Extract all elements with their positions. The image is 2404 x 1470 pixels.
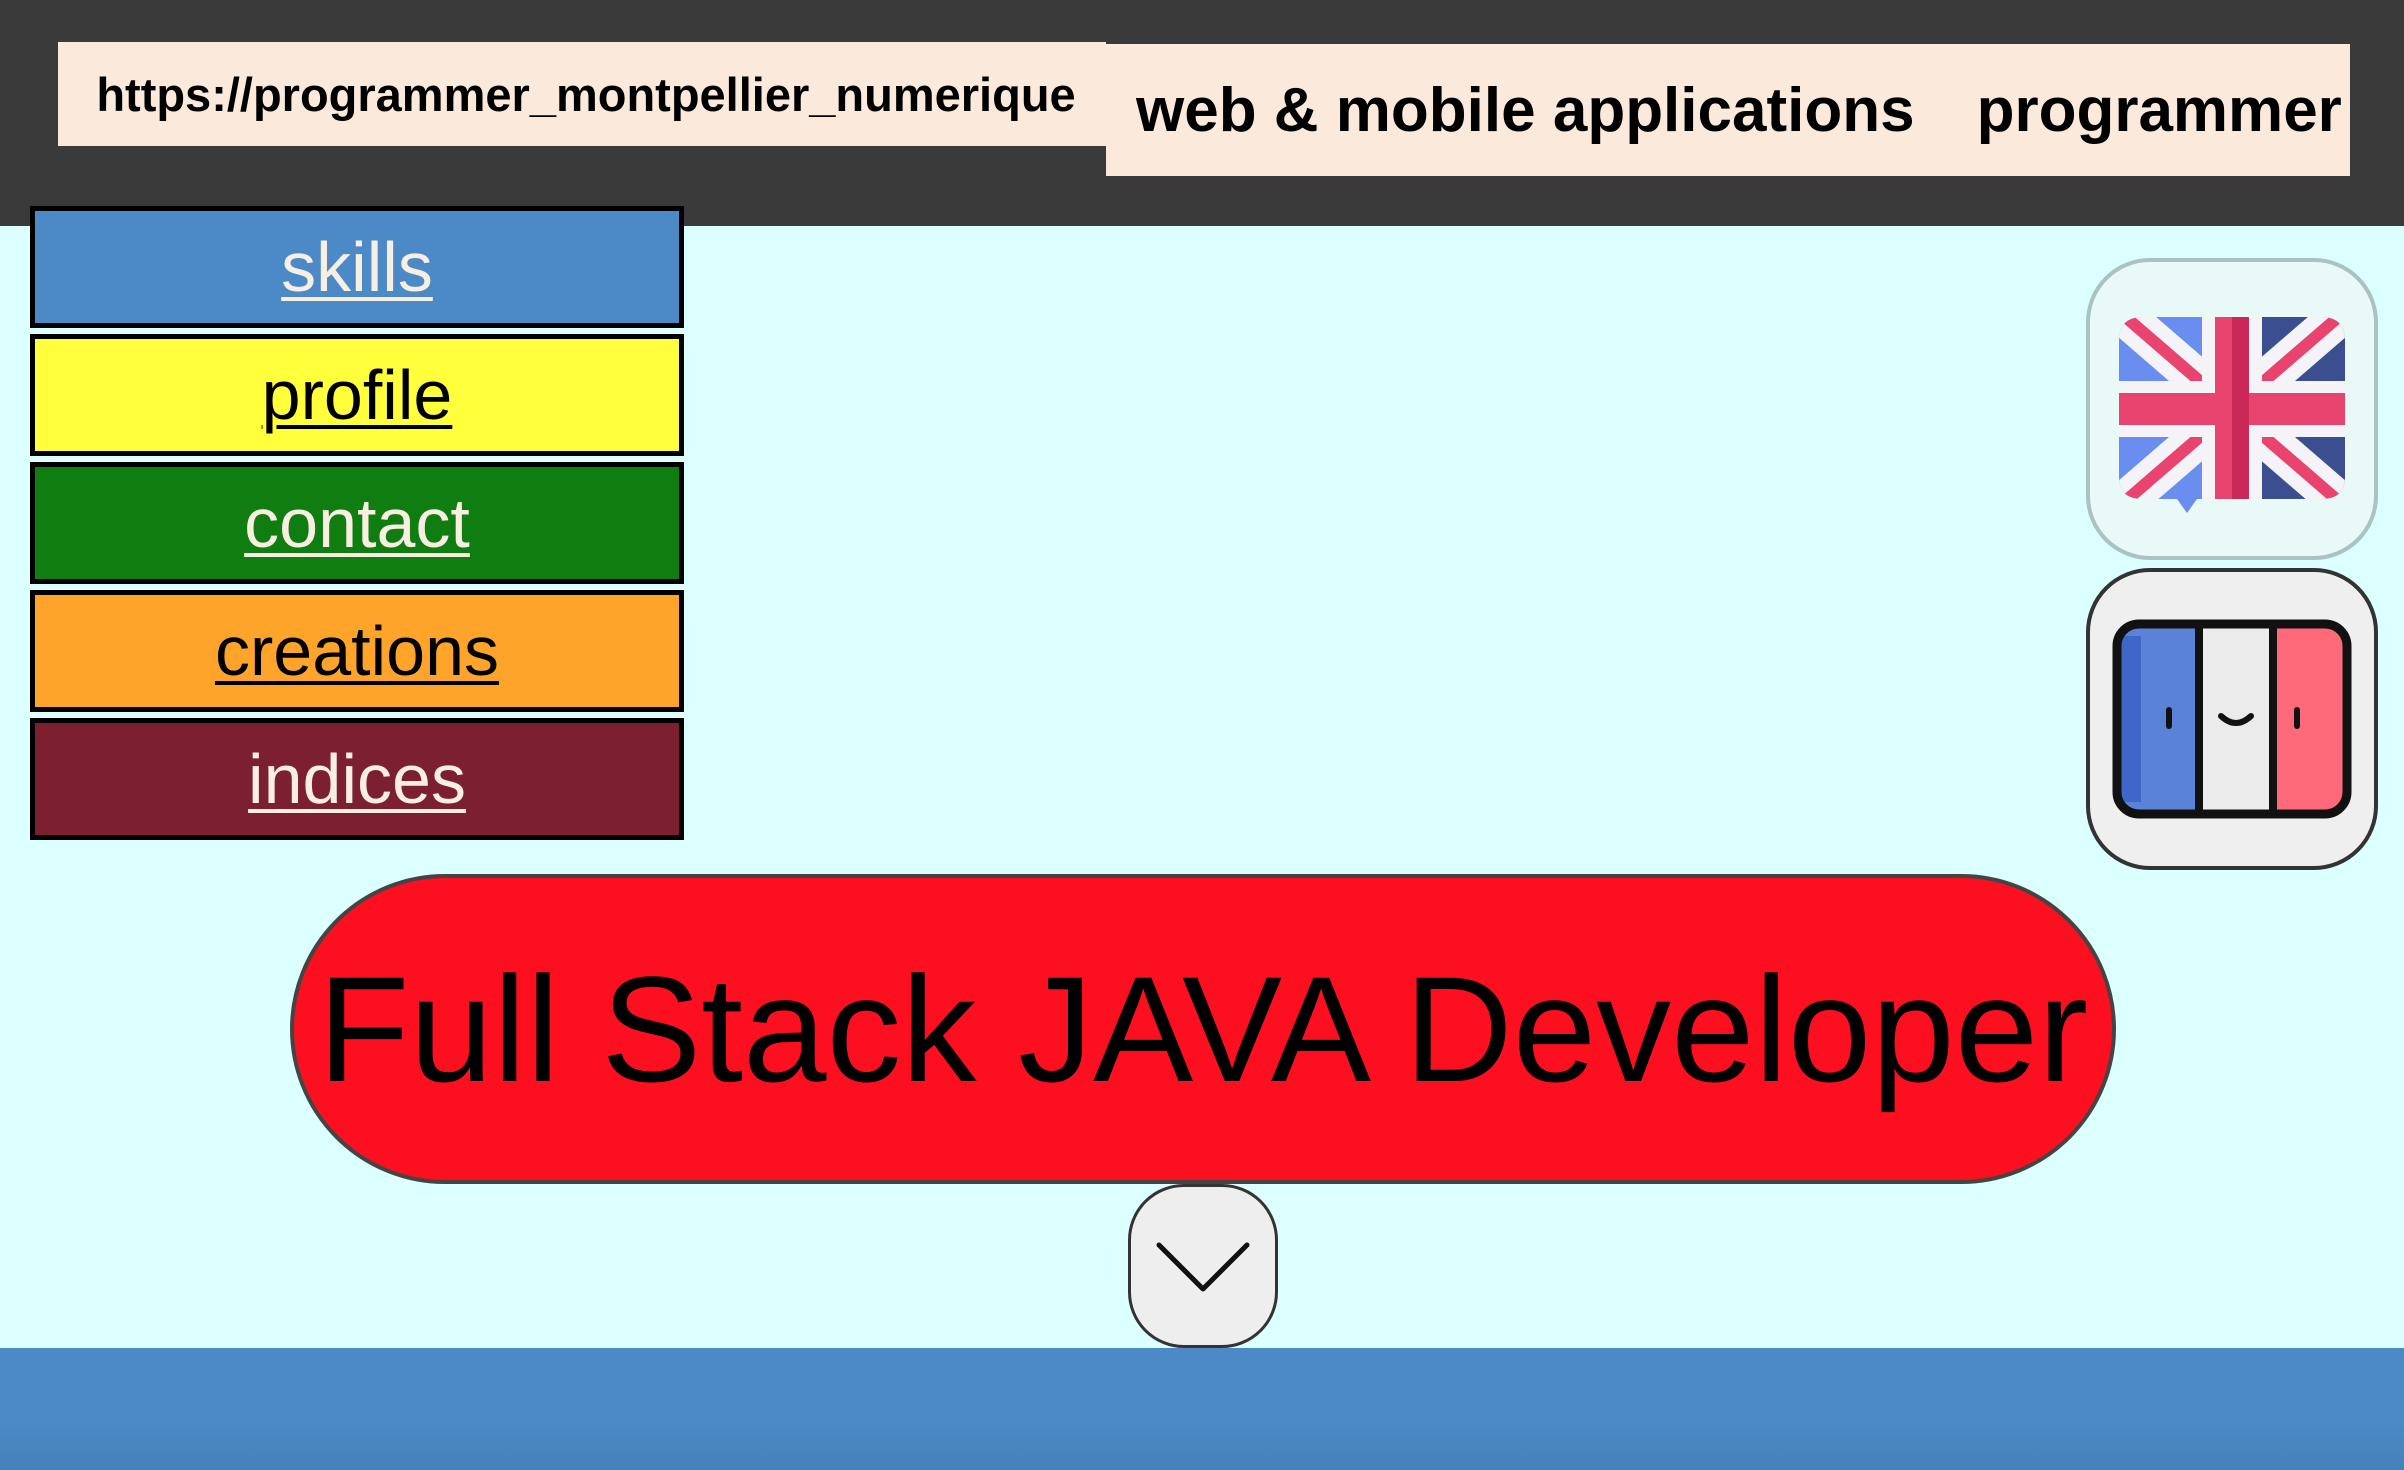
site-title-banner: web & mobile applications programmer bbox=[1106, 44, 2350, 176]
nav-item-profile[interactable]: profile bbox=[30, 334, 684, 456]
site-url-label: https://programmer_montpellier_numerique bbox=[58, 42, 1106, 146]
chevron-down-icon bbox=[1156, 1242, 1250, 1292]
hero-title: Full Stack JAVA Developer bbox=[317, 944, 2089, 1113]
nav-item-indices[interactable]: indices bbox=[30, 718, 684, 840]
footer-band bbox=[0, 1348, 2404, 1470]
site-title-part2: programmer bbox=[1976, 75, 2342, 145]
english-language-button[interactable] bbox=[2086, 258, 2378, 560]
nav-item-creations[interactable]: creations bbox=[30, 590, 684, 712]
top-header: https://programmer_montpellier_numerique… bbox=[0, 0, 2404, 226]
main-nav: skills profile contact creations indices bbox=[30, 206, 684, 846]
scroll-down-button[interactable] bbox=[1128, 1184, 1278, 1348]
nav-item-skills[interactable]: skills bbox=[30, 206, 684, 328]
french-language-button[interactable] bbox=[2086, 568, 2378, 870]
site-url-text: https://programmer_montpellier_numerique bbox=[96, 67, 1076, 121]
site-title-part1: web & mobile applications bbox=[1136, 75, 1915, 145]
hero-banner: Full Stack JAVA Developer bbox=[290, 874, 2116, 1184]
french-flag-smiley-icon bbox=[2112, 619, 2352, 819]
nav-item-contact[interactable]: contact bbox=[30, 462, 684, 584]
uk-flag-speech-bubble-icon bbox=[2119, 317, 2345, 513]
